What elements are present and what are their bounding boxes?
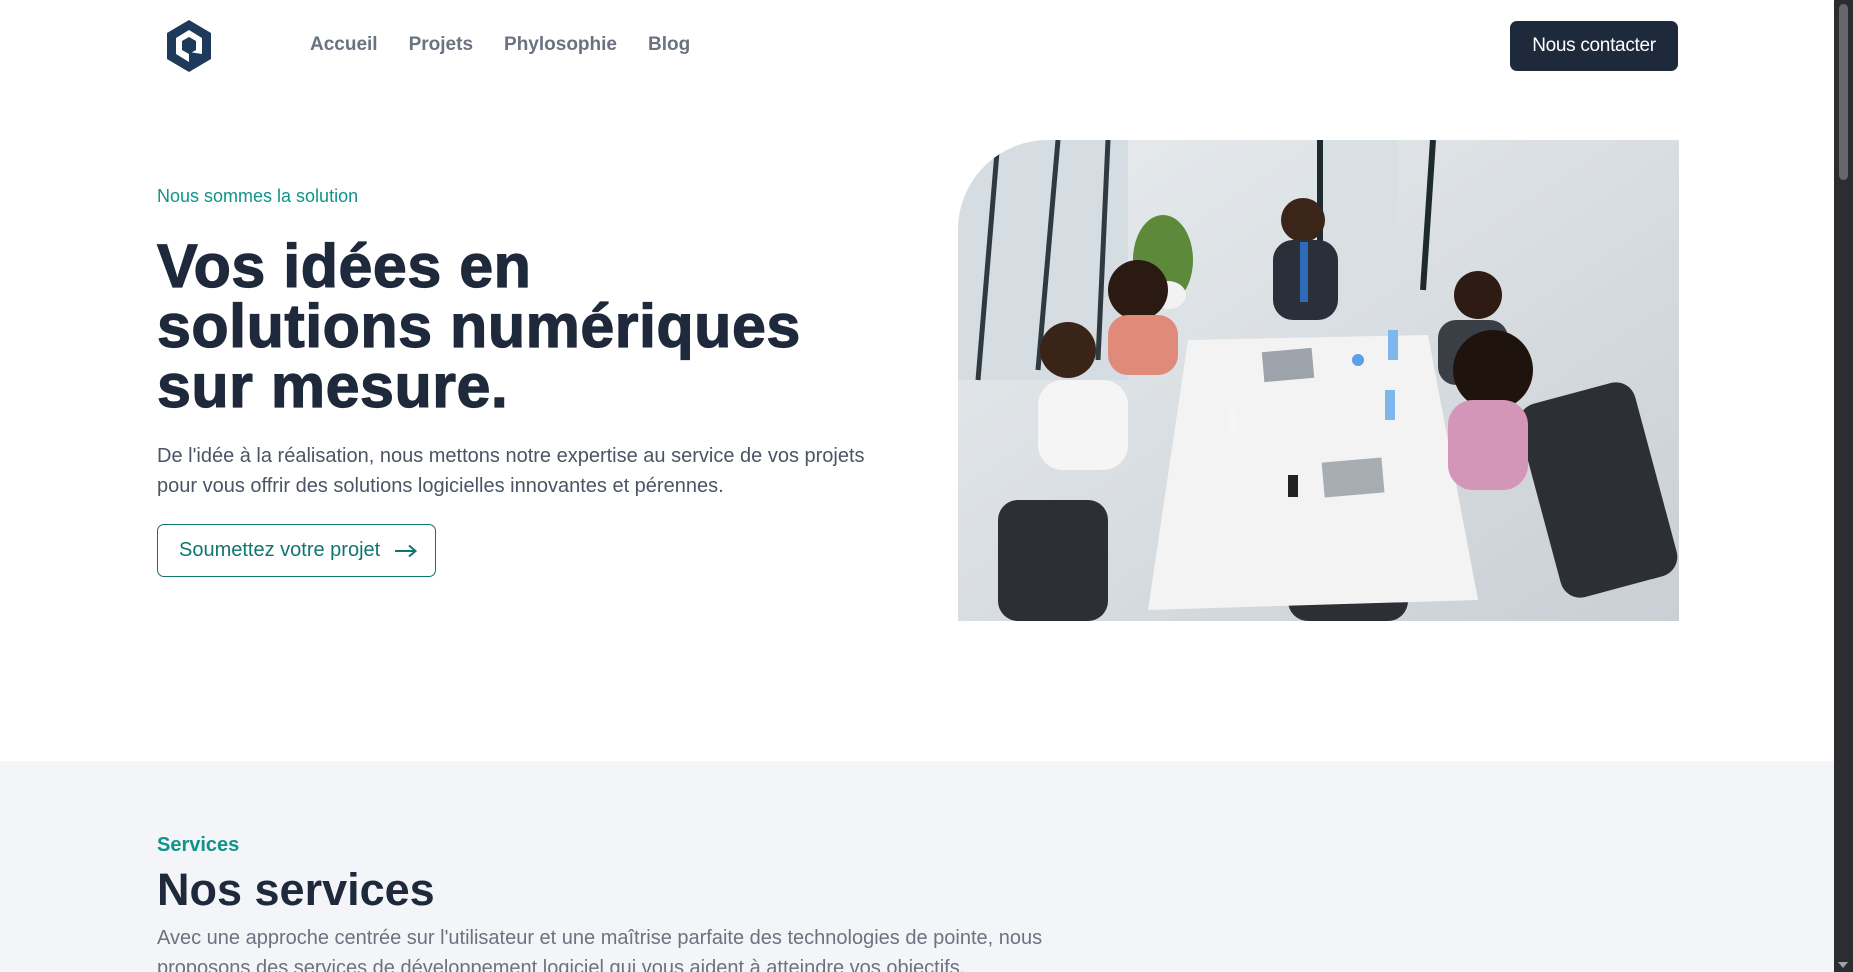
services-section: Services Nos services Avec une approche … — [0, 761, 1834, 972]
nav-item-phylosophie[interactable]: Phylosophie — [504, 34, 617, 56]
hero-description: De l'idée à la réalisation, nous mettons… — [157, 445, 865, 497]
nav-item-accueil[interactable]: Accueil — [310, 34, 378, 56]
hero-title: Vos idées en solutions numériques sur me… — [156, 232, 917, 420]
scrollbar-thumb[interactable] — [1839, 4, 1848, 180]
team-meeting-photo — [958, 140, 1679, 621]
hexagon-logo-icon[interactable] — [163, 18, 215, 74]
scroll-down-arrow-icon[interactable] — [1838, 962, 1848, 968]
vertical-scrollbar[interactable] — [1834, 0, 1853, 972]
services-title: Nos services — [157, 864, 435, 915]
site-header: Accueil Projets Phylosophie Blog Nous co… — [0, 0, 1834, 92]
services-eyebrow: Services — [157, 834, 240, 856]
submit-project-label: Soumettez votre projet — [179, 539, 381, 561]
services-description: Avec une approche centrée sur l'utilisat… — [157, 927, 1043, 972]
hero-eyebrow: Nous sommes la solution — [157, 186, 359, 206]
hero-title-line: Vos idées en — [156, 232, 532, 300]
arrow-right-icon — [395, 544, 418, 557]
hero-title-line: solutions numériques — [156, 292, 801, 360]
hero-title-line: sur mesure. — [156, 352, 509, 420]
main-nav: Accueil Projets Phylosophie Blog — [310, 34, 690, 56]
nav-item-projets[interactable]: Projets — [409, 34, 473, 56]
contact-button[interactable]: Nous contacter — [1510, 21, 1678, 71]
submit-project-button[interactable]: Soumettez votre projet — [157, 524, 436, 577]
nav-item-blog[interactable]: Blog — [648, 34, 690, 56]
page: Accueil Projets Phylosophie Blog Nous co… — [0, 0, 1834, 972]
